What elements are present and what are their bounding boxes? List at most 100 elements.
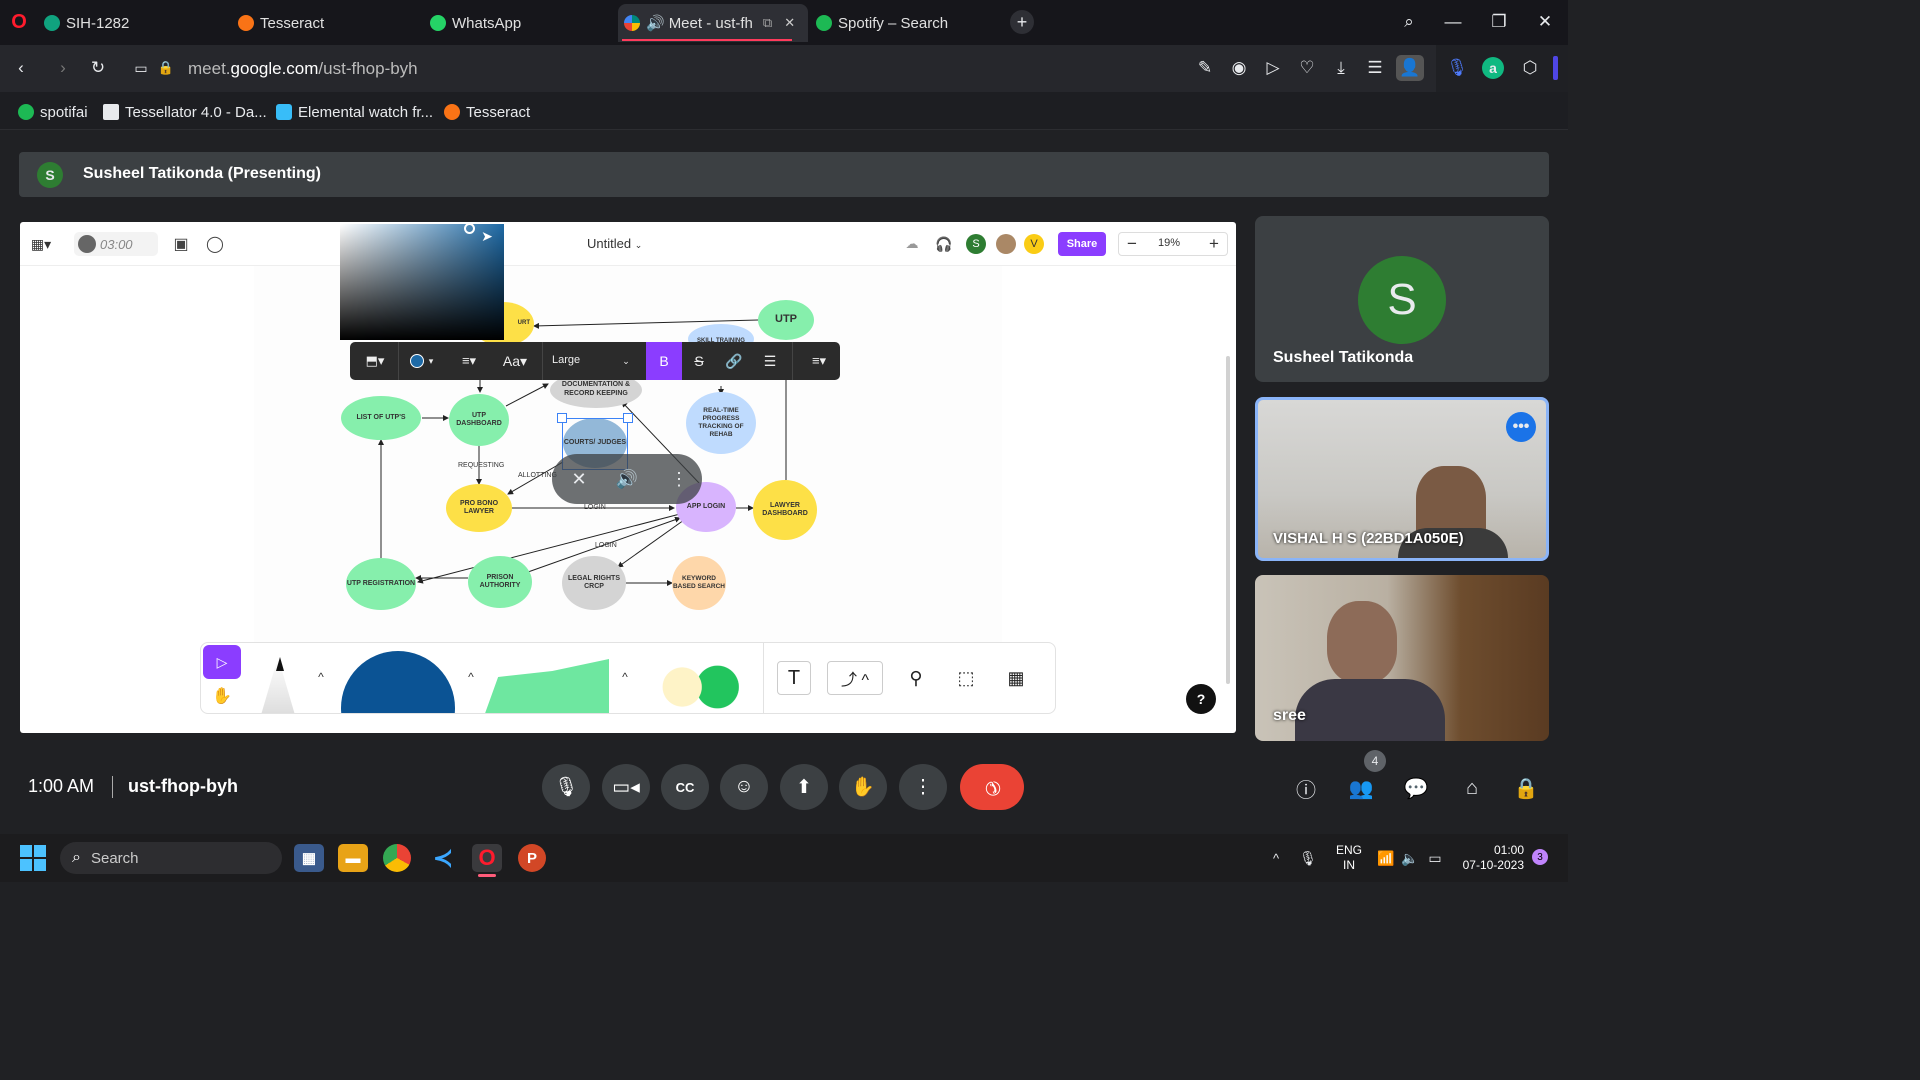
text-tool-icon[interactable]: T	[777, 661, 811, 695]
chat-icon[interactable]: 💬	[1402, 774, 1430, 802]
align-icon[interactable]: ≡▾	[804, 351, 834, 371]
more-options-button[interactable]: ⋮	[899, 764, 947, 810]
more-options-icon[interactable]: ⋮	[666, 466, 692, 492]
meeting-info-icon[interactable]: ⓘ	[1292, 774, 1320, 802]
node-utp[interactable]: UTP	[758, 300, 814, 340]
search-tabs-icon[interactable]: ⌕	[1396, 10, 1422, 34]
bookmark-tessellator[interactable]: Tessellator 4.0 - Da...	[103, 100, 267, 124]
strikethrough-icon[interactable]: S	[689, 351, 709, 371]
host-controls-icon[interactable]: 🔒	[1512, 774, 1540, 802]
stamp-tool-icon[interactable]: ⚲	[899, 661, 933, 695]
grammarly-icon[interactable]: a	[1482, 57, 1504, 79]
participant-tile-susheel[interactable]: S Susheel Tatikonda	[1255, 216, 1549, 382]
node-utp-registration[interactable]: UTP REGISTRATION	[346, 558, 416, 610]
edit-icon[interactable]: ✎	[1194, 57, 1216, 79]
tab-sih[interactable]: SIH-1282	[44, 4, 224, 42]
bookmark-spotifai[interactable]: spotifai	[18, 100, 88, 124]
extensions-cube-icon[interactable]: ⬡	[1519, 57, 1541, 79]
chevron-up-icon[interactable]: ^	[1266, 848, 1286, 868]
select-tool-icon[interactable]: ▷	[203, 645, 241, 679]
activities-icon[interactable]: ⌂	[1458, 774, 1486, 802]
people-icon[interactable]: 👥	[1346, 774, 1376, 802]
bullet-list-icon[interactable]: ☰	[760, 351, 780, 371]
hand-tool-icon[interactable]: ✋	[203, 681, 241, 711]
help-button[interactable]: ?	[1186, 684, 1216, 714]
frame-tool-icon[interactable]: ⬚	[949, 661, 983, 695]
download-icon[interactable]: ⤓	[1330, 57, 1352, 79]
link-icon[interactable]: 🔗	[724, 351, 744, 371]
chevron-up-icon[interactable]: ^	[463, 669, 479, 685]
node-legal-rights[interactable]: LEGAL RIGHTS CRCP	[562, 556, 626, 610]
resize-handle[interactable]	[557, 413, 567, 423]
chevron-down-icon[interactable]: ▾	[426, 351, 436, 371]
microphone-button[interactable]: 🎙	[542, 764, 590, 810]
chevron-up-icon[interactable]: ^	[617, 669, 633, 685]
resize-handle[interactable]	[623, 413, 633, 423]
font-family-icon[interactable]: Aa▾	[498, 351, 532, 371]
battery-icon[interactable]: ▭	[1424, 848, 1446, 868]
connector-tool-icon[interactable]: ⤴ ^	[827, 661, 883, 695]
taskbar-search-box[interactable]: ⌕ Search	[60, 842, 282, 874]
bold-button[interactable]: B	[646, 342, 682, 380]
table-tool-icon[interactable]: ▦	[999, 661, 1033, 695]
bookmark-tesseract[interactable]: Tesseract	[444, 100, 530, 124]
flow-icon[interactable]: ▷	[1262, 57, 1284, 79]
new-tab-button[interactable]: +	[1010, 10, 1034, 34]
shape-type-icon[interactable]: ⬒▾	[358, 351, 392, 371]
node-utp-dashboard[interactable]: UTP DASHBOARD	[449, 394, 509, 446]
line-style-icon[interactable]: ≡▾	[452, 351, 486, 371]
text-size-select[interactable]: Large	[552, 354, 580, 366]
tab-whatsapp[interactable]: WhatsApp	[430, 4, 610, 42]
emoji-button[interactable]: ☺	[720, 764, 768, 810]
node-lawyer-dashboard[interactable]: LAWYER DASHBOARD	[753, 480, 817, 540]
url-text[interactable]: meet.google.com/ust-fhop-byh	[188, 59, 418, 79]
camera-button[interactable]: ▭◂	[602, 764, 650, 810]
tab-spotify[interactable]: Spotify – Search	[816, 4, 1006, 42]
camera-permission-icon[interactable]: ▭	[130, 57, 152, 79]
fill-color-swatch[interactable]	[410, 354, 424, 368]
participant-tile-vishal[interactable]: ••• VISHAL H S (22BD1A050E)	[1255, 397, 1549, 561]
close-window-icon[interactable]: ✕	[1532, 10, 1558, 34]
windows-start-icon[interactable]	[20, 845, 46, 871]
color-picker[interactable]	[340, 224, 504, 340]
node-real-time-progress[interactable]: REAL-TIME PROGRESS TRACKING OF REHAB	[686, 392, 756, 454]
wifi-icon[interactable]: 📶	[1376, 848, 1396, 868]
node-list-of-utps[interactable]: LIST OF UTP'S	[341, 396, 421, 440]
back-icon[interactable]: ‹	[10, 57, 32, 79]
forward-icon[interactable]: ›	[52, 57, 74, 79]
heart-icon[interactable]: ♡	[1296, 57, 1318, 79]
shared-whiteboard[interactable]: ▦▾ 03:00 ▣ ◯ Untitled ⌄ ☁ 🎧 S V Share − …	[20, 222, 1236, 733]
node-prison-authority[interactable]: PRISON AUTHORITY	[468, 556, 532, 608]
color-picker-handle[interactable]	[464, 223, 475, 234]
microphone-tray-icon[interactable]: 🎙	[1298, 848, 1318, 868]
close-tab-icon[interactable]: ✕	[784, 15, 795, 31]
profile-icon[interactable]: 👤	[1396, 55, 1424, 81]
opera-app-icon[interactable]: O	[472, 844, 502, 872]
vscode-icon[interactable]: ≺	[428, 844, 458, 872]
meeting-code[interactable]: ust-fhop-byh	[128, 776, 238, 797]
node-pro-bono-lawyer[interactable]: PRO BONO LAWYER	[446, 484, 512, 532]
volume-icon[interactable]: 🔊	[614, 466, 640, 492]
chrome-icon[interactable]	[383, 844, 411, 872]
participant-tile-sree[interactable]: sree	[1255, 575, 1549, 741]
pip-icon[interactable]: ⧉	[763, 15, 772, 31]
stickers-tool-icon[interactable]	[657, 661, 741, 713]
file-explorer-icon[interactable]: ▬	[338, 844, 368, 872]
more-options-icon[interactable]: •••	[1506, 412, 1536, 442]
snapshot-icon[interactable]: ◉	[1228, 57, 1250, 79]
notification-badge[interactable]: 3	[1532, 849, 1548, 865]
microphone-ext-icon[interactable]: 🎙	[1446, 57, 1468, 79]
shape-tool-circle-icon[interactable]	[341, 651, 455, 713]
present-button[interactable]: ⬆	[780, 764, 828, 810]
unpin-icon[interactable]: ✕	[566, 466, 592, 492]
minimize-window-icon[interactable]: —	[1440, 10, 1466, 34]
bookmark-elemental[interactable]: Elemental watch fr...	[276, 100, 433, 124]
volume-tray-icon[interactable]: 🔈	[1400, 848, 1420, 868]
language-indicator[interactable]: ENG IN	[1336, 843, 1362, 873]
raise-hand-button[interactable]: ✋	[839, 764, 887, 810]
powerpoint-icon[interactable]: P	[518, 844, 546, 872]
leave-call-button[interactable]: ✆	[960, 764, 1024, 810]
calculator-app-icon[interactable]: ▦	[294, 844, 324, 872]
easy-setup-icon[interactable]: ☰	[1364, 57, 1386, 79]
restore-window-icon[interactable]: ❐	[1486, 10, 1512, 34]
